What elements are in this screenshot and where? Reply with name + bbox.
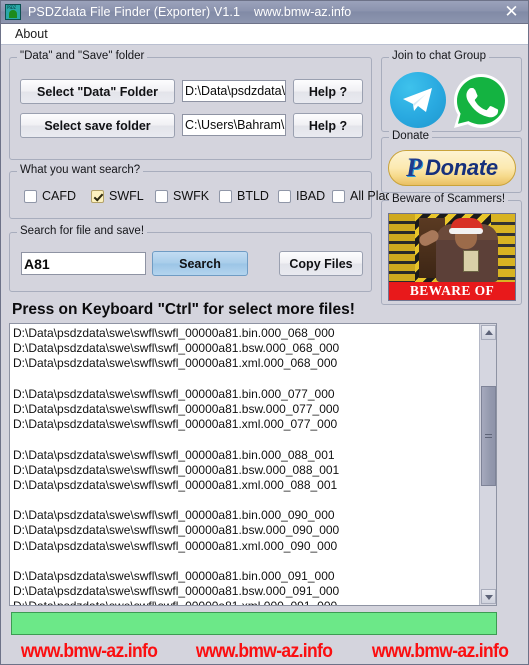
telegram-icon[interactable] xyxy=(390,72,446,128)
list-item[interactable] xyxy=(13,432,479,447)
results-listbox[interactable]: D:\Data\psdzdata\swe\swfl\swfl_00000a81.… xyxy=(9,323,497,606)
window-title-url: www.bmw-az.info xyxy=(254,5,352,19)
list-item[interactable]: D:\Data\psdzdata\swe\swfl\swfl_00000a81.… xyxy=(13,569,479,584)
scrollbar-thumb[interactable] xyxy=(481,386,496,486)
search-group: Search for file and save! A81 Search Cop… xyxy=(9,225,372,292)
donate-group: Donate P Donate xyxy=(381,130,522,193)
psdz-app-icon: PSDZ xyxy=(5,4,21,20)
checkbox-swfl[interactable]: SWFL xyxy=(91,189,144,203)
donate-group-title: Donate xyxy=(389,130,433,142)
checkbox-swfk-box[interactable] xyxy=(155,189,168,203)
copy-files-button[interactable]: Copy Files xyxy=(279,251,363,276)
checkbox-btld-label: BTLD xyxy=(237,189,269,203)
list-item[interactable]: D:\Data\psdzdata\swe\swfl\swfl_00000a81.… xyxy=(13,463,479,478)
list-item[interactable]: D:\Data\psdzdata\swe\swfl\swfl_00000a81.… xyxy=(13,539,479,554)
scrollbar-grip-icon xyxy=(485,434,492,435)
menu-item-about[interactable]: About xyxy=(7,24,56,44)
chat-group-title: Join to chat Group xyxy=(389,50,489,62)
watermark-text: www.bmw-az.info xyxy=(371,641,509,662)
list-item[interactable]: D:\Data\psdzdata\swe\swfl\swfl_00000a81.… xyxy=(13,508,479,523)
scroll-up-icon[interactable] xyxy=(481,325,496,340)
scam-banner-text: BEWARE OF SCAMMERS! xyxy=(389,282,515,300)
ctrl-hint-text: Press on Keyboard "Ctrl" for select more… xyxy=(12,301,355,318)
save-folder-help-button[interactable]: Help ? xyxy=(293,113,363,138)
list-item[interactable]: D:\Data\psdzdata\swe\swfl\swfl_00000a81.… xyxy=(13,599,479,605)
folder-group: "Data" and "Save" folder Select "Data" F… xyxy=(9,50,372,160)
list-item[interactable]: D:\Data\psdzdata\swe\swfl\swfl_00000a81.… xyxy=(13,448,479,463)
telegram-plane-glyph xyxy=(403,88,432,112)
watermark-text: www.bmw-az.info xyxy=(196,641,333,662)
save-folder-input[interactable]: C:\Users\Bahram\Desktop xyxy=(182,114,286,136)
list-item[interactable]: D:\Data\psdzdata\swe\swfl\swfl_00000a81.… xyxy=(13,402,479,417)
checkbox-ibad[interactable]: IBAD xyxy=(278,189,325,203)
data-folder-help-button[interactable]: Help ? xyxy=(293,79,363,104)
checkbox-all-place-box[interactable] xyxy=(332,189,345,203)
search-types-group-title: What you want search? xyxy=(17,164,144,176)
checkbox-ibad-label: IBAD xyxy=(296,189,326,203)
checkbox-cafd[interactable]: CAFD xyxy=(24,189,76,203)
list-item[interactable]: D:\Data\psdzdata\swe\swfl\swfl_00000a81.… xyxy=(13,387,479,402)
list-item[interactable]: D:\Data\psdzdata\swe\swfl\swfl_00000a81.… xyxy=(13,356,479,371)
list-item[interactable]: D:\Data\psdzdata\swe\swfl\swfl_00000a81.… xyxy=(13,584,479,599)
scam-banner-photo xyxy=(389,214,515,282)
checkbox-btld[interactable]: BTLD xyxy=(219,189,269,203)
whatsapp-icon[interactable] xyxy=(452,72,510,130)
scam-banner-line1: BEWARE OF xyxy=(409,283,495,298)
select-save-folder-button[interactable]: Select save folder xyxy=(20,113,175,138)
paypal-donate-button[interactable]: P Donate xyxy=(388,150,516,186)
watermark-text: www.bmw-az.info xyxy=(20,641,158,662)
whatsapp-glyph xyxy=(454,74,508,128)
title-bar: PSDZ PSDZdata File Finder (Exporter) V1.… xyxy=(1,1,528,24)
list-item[interactable] xyxy=(13,554,479,569)
checkbox-swfk-label: SWFK xyxy=(173,189,210,203)
scam-group: Beware of Scammers! BEWARE OF SCAMMERS! xyxy=(381,193,522,305)
checkbox-btld-box[interactable] xyxy=(219,189,232,203)
list-item[interactable] xyxy=(13,372,479,387)
results-list[interactable]: D:\Data\psdzdata\swe\swfl\swfl_00000a81.… xyxy=(10,324,479,605)
window-title: PSDZdata File Finder (Exporter) V1.1 xyxy=(28,5,241,19)
checkbox-swfl-box[interactable] xyxy=(91,189,104,203)
menu-bar: About xyxy=(1,24,528,45)
list-item[interactable]: D:\Data\psdzdata\swe\swfl\swfl_00000a81.… xyxy=(13,523,479,538)
search-types-group: What you want search? CAFD SWFL SWFK BTL… xyxy=(9,164,399,219)
footer-watermarks: www.bmw-az.info www.bmw-az.info www.bmw-… xyxy=(1,639,528,664)
checkbox-cafd-box[interactable] xyxy=(24,189,37,203)
results-vertical-scrollbar[interactable] xyxy=(479,324,496,605)
list-item[interactable]: D:\Data\psdzdata\swe\swfl\swfl_00000a81.… xyxy=(13,341,479,356)
search-button[interactable]: Search xyxy=(152,251,248,276)
folder-group-title: "Data" and "Save" folder xyxy=(17,50,148,62)
checkbox-cafd-label: CAFD xyxy=(42,189,77,203)
paypal-icon: P xyxy=(406,153,423,182)
search-input[interactable]: A81 xyxy=(21,252,146,275)
chat-group: Join to chat Group xyxy=(381,50,522,132)
list-item[interactable]: D:\Data\psdzdata\swe\swfl\swfl_00000a81.… xyxy=(13,478,479,493)
donate-button-label: Donate xyxy=(425,155,498,180)
select-data-folder-button[interactable]: Select "Data" Folder xyxy=(20,79,175,104)
close-icon[interactable]: ✕ xyxy=(502,3,521,22)
scroll-down-icon[interactable] xyxy=(481,589,496,604)
scam-group-title: Beware of Scammers! xyxy=(389,193,509,205)
scam-banner: BEWARE OF SCAMMERS! xyxy=(388,213,516,301)
search-group-title: Search for file and save! xyxy=(17,225,148,237)
list-item[interactable]: D:\Data\psdzdata\swe\swfl\swfl_00000a81.… xyxy=(13,326,479,341)
scam-banner-line2: SCAMMERS! xyxy=(389,298,515,301)
data-folder-input[interactable]: D:\Data\psdzdata\swe xyxy=(182,80,286,102)
list-item[interactable]: D:\Data\psdzdata\swe\swfl\swfl_00000a81.… xyxy=(13,417,479,432)
list-item[interactable] xyxy=(13,493,479,508)
checkbox-swfk[interactable]: SWFK xyxy=(155,189,209,203)
application-window: PSDZ PSDZdata File Finder (Exporter) V1.… xyxy=(0,0,529,665)
checkbox-swfl-label: SWFL xyxy=(109,189,144,203)
app-icon-glyph xyxy=(9,10,17,18)
checkbox-ibad-box[interactable] xyxy=(278,189,291,203)
progress-bar xyxy=(11,612,497,635)
